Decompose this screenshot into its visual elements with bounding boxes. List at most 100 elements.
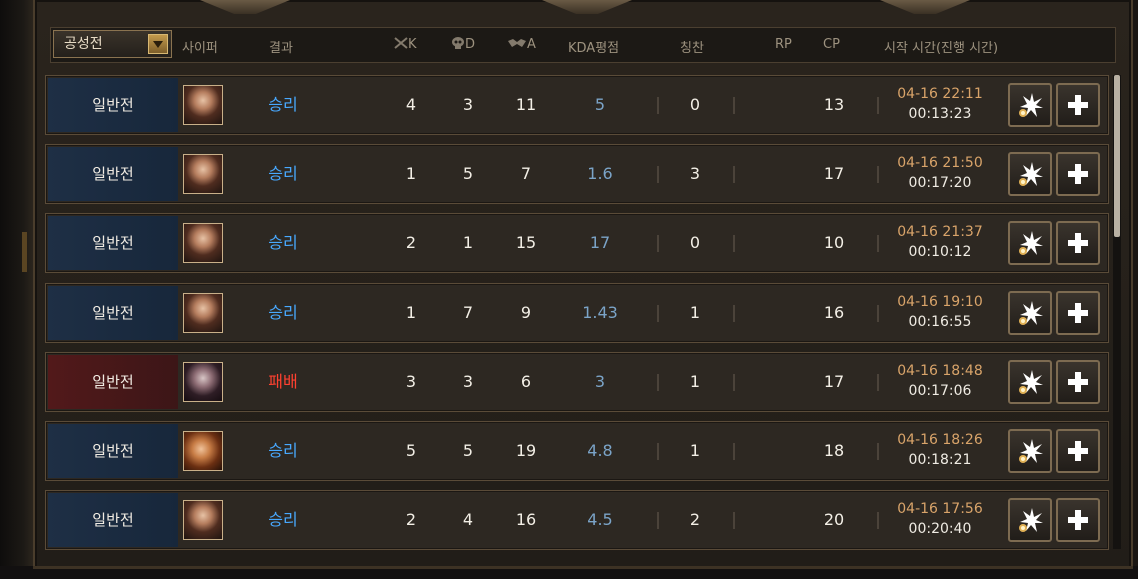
column-divider [733,166,735,183]
start-time: 04-16 21:37 [897,224,983,240]
match-row[interactable]: 일반전 승리 2 1 15 17 0 10 04-16 21:37 00:10:12 [45,213,1109,273]
left-edge-frame [0,0,33,579]
praise-value: 0 [689,233,701,252]
details-button[interactable] [1008,360,1052,404]
female-fighter-portrait[interactable] [183,500,223,540]
female-fighter-portrait[interactable] [183,293,223,333]
female-fighter-portrait[interactable] [183,85,223,125]
column-divider [877,512,879,529]
add-button[interactable] [1056,83,1100,127]
column-divider [657,443,659,460]
rp-value [771,284,801,342]
add-button[interactable] [1056,498,1100,542]
match-result: 승리 [268,233,298,252]
column-divider [733,97,735,114]
deaths-value: 5 [462,441,474,460]
kda-value: 17 [589,233,611,252]
header-praise: 칭찬 [680,41,704,56]
column-divider [733,374,735,391]
sparkle-icon [1019,508,1043,532]
rp-value [771,76,801,134]
match-type-dropdown[interactable]: 공성전 [53,30,172,58]
kda-value: 3 [594,372,606,391]
header-assists-label: A [527,37,536,52]
sparkle-icon [1019,93,1043,117]
plus-icon [1068,95,1088,115]
rp-value [771,422,801,480]
column-divider [657,235,659,252]
red-haired-fighter-portrait[interactable] [183,431,223,471]
praise-value: 1 [689,303,701,322]
cp-value: 20 [823,510,845,529]
kills-value: 2 [405,233,417,252]
female-fighter-portrait[interactable] [183,223,223,263]
details-button[interactable] [1008,291,1052,335]
chevron-down-icon[interactable] [148,34,168,54]
header-cp: CP [823,37,840,52]
column-divider [733,443,735,460]
game-mode: 일반전 [48,355,178,409]
header-kda: KDA평점 [568,41,620,56]
start-time: 04-16 22:11 [897,86,983,102]
plus-icon [1068,164,1088,184]
match-row[interactable]: 일반전 승리 1 7 9 1.43 1 16 04-16 19:10 00:16:55 [45,283,1109,343]
header-deaths: D [451,37,475,52]
column-divider [657,305,659,322]
match-row[interactable]: 일반전 승리 2 4 16 4.5 2 20 04-16 17:56 00:20:40 [45,490,1109,550]
kda-value: 4.8 [587,441,613,460]
dark-haired-fighter-portrait[interactable] [183,362,223,402]
column-divider [877,97,879,114]
crossed-swords-icon [394,37,408,49]
add-button[interactable] [1056,221,1100,265]
start-time: 04-16 21:50 [897,155,983,171]
add-button[interactable] [1056,429,1100,473]
column-divider [877,235,879,252]
column-divider [877,443,879,460]
assists-value: 6 [520,372,532,391]
rp-value [771,491,801,549]
assists-value: 16 [515,510,537,529]
cp-value: 17 [823,372,845,391]
game-mode: 일반전 [48,286,178,340]
header-result: 결과 [269,41,293,56]
duration: 00:16:55 [908,314,972,330]
duration: 00:18:21 [908,452,972,468]
kda-value: 4.5 [587,510,613,529]
female-fighter-portrait[interactable] [183,154,223,194]
assists-value: 11 [515,95,537,114]
duration: 00:13:23 [908,106,972,122]
assists-value: 7 [520,164,532,183]
praise-value: 1 [689,372,701,391]
header-time: 시작 시간(진행 시간) [884,41,999,56]
plus-icon [1068,510,1088,530]
game-mode: 일반전 [48,78,178,132]
start-time: 04-16 18:48 [897,363,983,379]
match-row[interactable]: 일반전 승리 5 5 19 4.8 1 18 04-16 18:26 00:18:21 [45,421,1109,481]
details-button[interactable] [1008,221,1052,265]
details-button[interactable] [1008,498,1052,542]
match-row[interactable]: 일반전 승리 4 3 11 5 0 13 04-16 22:11 00:13:23 [45,75,1109,135]
match-row[interactable]: 일반전 승리 1 5 7 1.6 3 17 04-16 21:50 00:17:20 [45,144,1109,204]
deaths-value: 5 [462,164,474,183]
start-time: 04-16 18:26 [897,432,983,448]
details-button[interactable] [1008,152,1052,196]
details-button[interactable] [1008,429,1052,473]
add-button[interactable] [1056,291,1100,335]
cp-value: 16 [823,303,845,322]
add-button[interactable] [1056,360,1100,404]
game-mode: 일반전 [48,147,178,201]
kills-value: 1 [405,164,417,183]
kills-value: 3 [405,372,417,391]
column-divider [877,374,879,391]
game-mode: 일반전 [48,424,178,478]
header-deaths-label: D [465,37,476,52]
game-mode: 일반전 [48,216,178,270]
scrollbar-thumb[interactable] [1114,75,1120,237]
details-button[interactable] [1008,83,1052,127]
kills-value: 5 [405,441,417,460]
add-button[interactable] [1056,152,1100,196]
column-divider [657,166,659,183]
cp-value: 18 [823,441,845,460]
match-row[interactable]: 일반전 패배 3 3 6 3 1 17 04-16 18:48 00:17:06 [45,352,1109,412]
deaths-value: 3 [462,372,474,391]
